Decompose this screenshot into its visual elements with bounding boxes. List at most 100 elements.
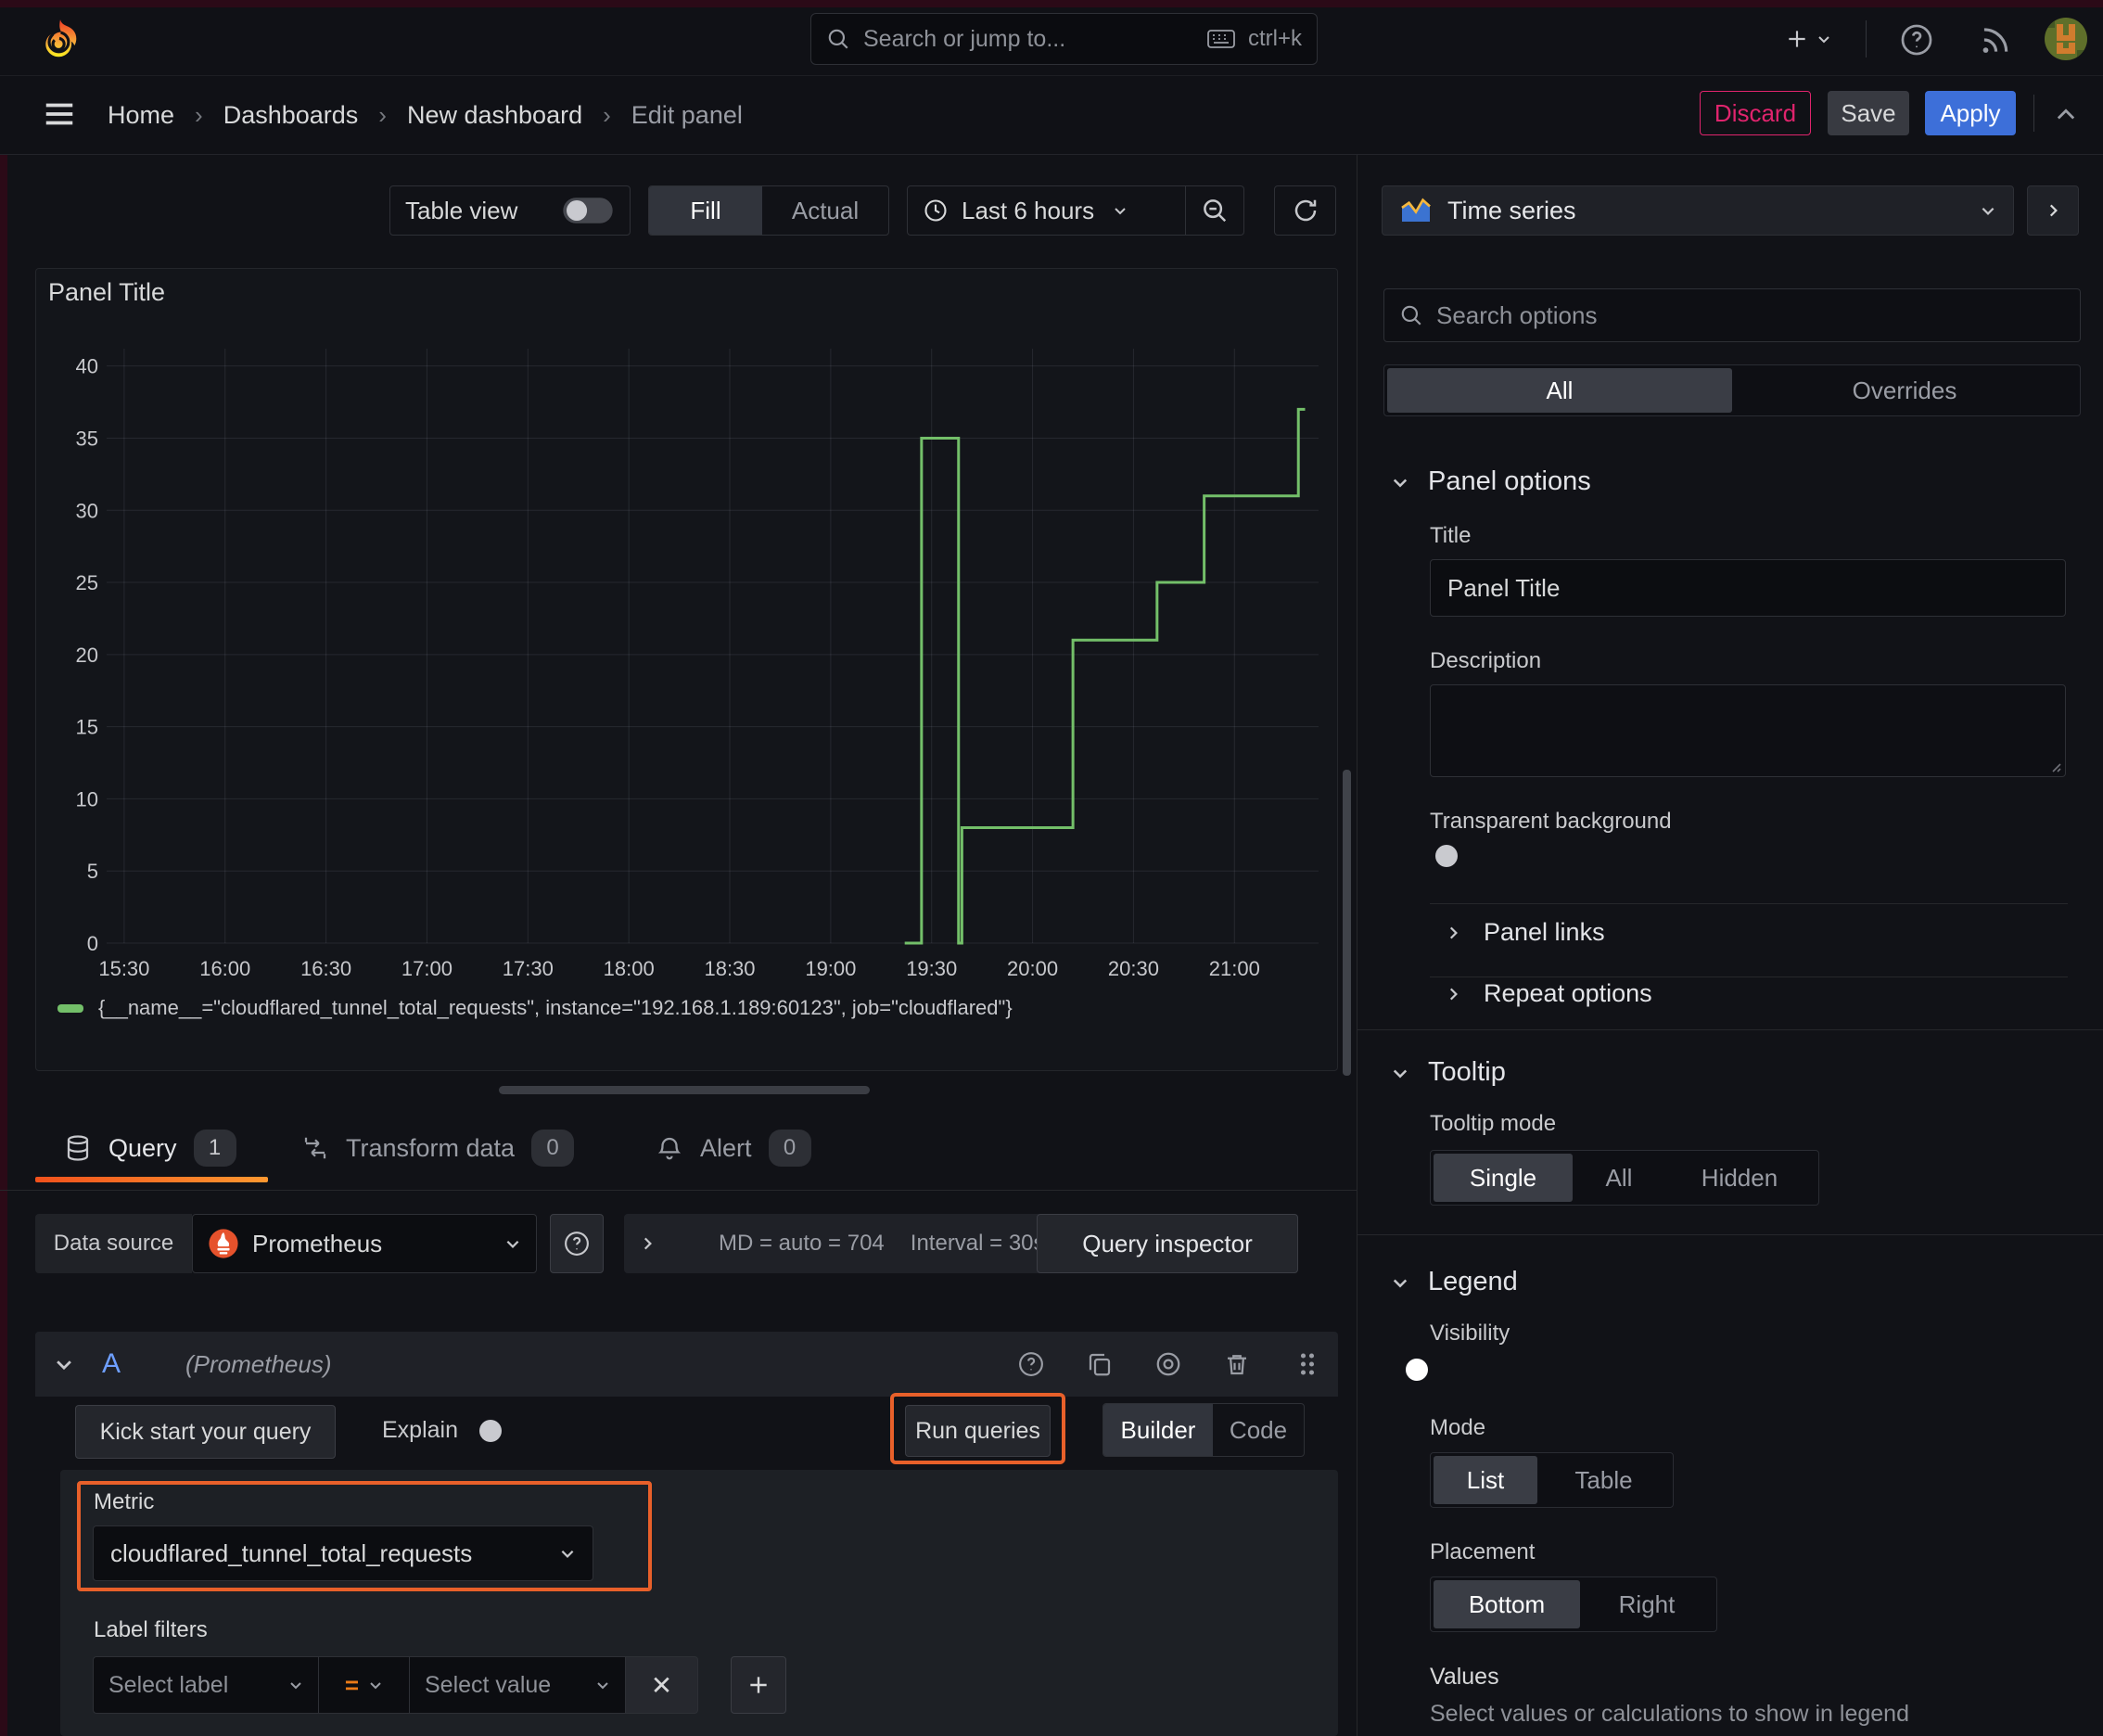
remove-filter-button[interactable]: ✕	[626, 1656, 698, 1714]
tab-all-label: All	[1546, 376, 1574, 404]
tab-all[interactable]: All	[1387, 368, 1732, 413]
code-option[interactable]: Code	[1213, 1404, 1304, 1456]
legend-series-label[interactable]: {__name__="cloudflared_tunnel_total_requ…	[98, 996, 1013, 1020]
time-range-picker: Last 6 hours	[907, 185, 1244, 236]
apply-button[interactable]: Apply	[1925, 91, 2016, 135]
tooltip-all-option[interactable]: All	[1573, 1154, 1665, 1202]
refresh-button[interactable]	[1274, 185, 1336, 236]
chevron-down-icon	[504, 1235, 521, 1252]
delete-query-icon[interactable]	[1223, 1350, 1251, 1378]
panel-title[interactable]: Panel Title	[48, 278, 165, 307]
add-new-button[interactable]	[1785, 20, 1831, 57]
svg-text:15: 15	[76, 716, 98, 739]
breadcrumb-dashboards[interactable]: Dashboards	[223, 101, 359, 130]
chevron-down-icon	[559, 1545, 576, 1562]
chevron-down-icon	[1391, 1064, 1409, 1082]
svg-text:19:30: 19:30	[906, 957, 957, 980]
chevron-right-icon	[1445, 925, 1461, 941]
legend-list-option[interactable]: List	[1434, 1456, 1537, 1504]
datasource-help-button[interactable]	[550, 1214, 604, 1273]
repeat-options-header[interactable]: Repeat options	[1445, 979, 1652, 1008]
breadcrumb-new-dashboard[interactable]: New dashboard	[407, 101, 582, 130]
menu-hamburger-icon[interactable]	[41, 96, 78, 132]
category-divider	[1357, 1029, 2103, 1030]
collapse-query-chevron-icon[interactable]	[54, 1354, 74, 1374]
breadcrumb-home[interactable]: Home	[108, 101, 174, 130]
actual-label: Actual	[791, 196, 860, 224]
select-value-dropdown[interactable]: Select value	[410, 1656, 626, 1714]
table-view-toggle[interactable]	[563, 198, 613, 223]
datasource-picker[interactable]: Prometheus	[192, 1214, 537, 1273]
kickstart-query-button[interactable]: Kick start your query	[75, 1405, 336, 1459]
builder-option[interactable]: Builder	[1103, 1404, 1213, 1456]
actual-option[interactable]: Actual	[762, 186, 888, 235]
run-queries-button[interactable]: Run queries	[905, 1405, 1051, 1457]
fill-actual-segmented: Fill Actual	[648, 185, 889, 236]
drag-handle-icon[interactable]	[1295, 1350, 1319, 1378]
chevron-down-icon	[368, 1678, 383, 1692]
user-avatar[interactable]	[2044, 17, 2088, 61]
legend-bottom-option[interactable]: Bottom	[1434, 1580, 1580, 1628]
transform-icon	[301, 1134, 329, 1162]
fill-option[interactable]: Fill	[649, 186, 762, 235]
datasource-label-chip: Data source	[35, 1214, 192, 1273]
toggle-visibility-icon[interactable]	[1154, 1350, 1182, 1378]
chevron-right-icon	[639, 1235, 656, 1252]
tooltip-header-label: Tooltip	[1428, 1057, 1506, 1087]
query-row-header[interactable]: A (Prometheus)	[35, 1332, 1338, 1397]
svg-text:0: 0	[87, 932, 98, 955]
svg-text:35: 35	[76, 427, 98, 450]
discard-label: Discard	[1714, 98, 1797, 127]
panel-title-input[interactable]: Panel Title	[1430, 559, 2066, 617]
legend-series-swatch[interactable]	[57, 1003, 83, 1013]
query-ref-id[interactable]: A	[102, 1348, 121, 1380]
news-rss-button[interactable]	[1977, 22, 2012, 57]
add-filter-button[interactable]	[731, 1656, 786, 1714]
zoom-out-button[interactable]	[1186, 186, 1243, 235]
discard-button[interactable]: Discard	[1700, 91, 1811, 135]
legend-header-label: Legend	[1428, 1267, 1518, 1296]
grafana-logo[interactable]	[37, 15, 83, 67]
help-button[interactable]	[1899, 22, 1934, 57]
metric-label: Metric	[94, 1489, 155, 1514]
global-search[interactable]: Search or jump to... ctrl+k	[810, 13, 1318, 65]
tab-query[interactable]: Query 1	[64, 1120, 236, 1176]
label-filters-label: Label filters	[94, 1617, 208, 1642]
panel-options-header[interactable]: Panel options	[1391, 466, 1591, 497]
builder-label: Builder	[1120, 1415, 1196, 1444]
tab-transform-data[interactable]: Transform data 0	[301, 1120, 575, 1176]
tab-alert[interactable]: Alert 0	[656, 1120, 811, 1176]
datasource-label: Data source	[53, 1231, 174, 1256]
collapse-chevron-up-icon[interactable]	[2051, 102, 2081, 128]
viz-suggestions-button[interactable]	[2027, 185, 2079, 236]
operator-dropdown[interactable]: =	[319, 1656, 410, 1714]
category-divider	[1357, 1234, 2103, 1235]
transparent-background-label: Transparent background	[1430, 809, 1672, 834]
svg-text:15:30: 15:30	[98, 957, 149, 980]
clock-icon	[923, 198, 949, 223]
duplicate-query-icon[interactable]	[1086, 1350, 1114, 1378]
panel-links-header[interactable]: Panel links	[1445, 918, 1605, 947]
select-label-dropdown[interactable]: Select label	[93, 1656, 319, 1714]
metric-select[interactable]: cloudflared_tunnel_total_requests	[93, 1525, 593, 1581]
legend-section-header[interactable]: Legend	[1391, 1267, 1518, 1297]
explain-label: Explain	[382, 1417, 458, 1443]
options-search-input[interactable]: Search options	[1383, 288, 2081, 342]
time-range-button[interactable]: Last 6 hours	[908, 186, 1185, 235]
query-help-icon[interactable]	[1017, 1350, 1045, 1378]
resize-corner-icon	[2052, 763, 2061, 772]
tab-overrides[interactable]: Overrides	[1732, 368, 2077, 413]
panel-scrollbar[interactable]	[1343, 770, 1351, 1076]
panel-resize-handle[interactable]	[499, 1086, 870, 1094]
description-textarea[interactable]	[1430, 684, 2066, 777]
chevron-down-icon	[1391, 1273, 1409, 1292]
tooltip-single-option[interactable]: Single	[1434, 1154, 1573, 1202]
query-inspector-button[interactable]: Query inspector	[1037, 1214, 1298, 1273]
time-series-chart[interactable]: 0 5 10 15 20 25 30 35 40 15:30 16:00 16:30 17:00 17:3…	[56, 349, 1337, 998]
legend-right-option[interactable]: Right	[1580, 1580, 1714, 1628]
tooltip-header[interactable]: Tooltip	[1391, 1057, 1506, 1088]
legend-table-option[interactable]: Table	[1537, 1456, 1670, 1504]
save-button[interactable]: Save	[1828, 91, 1909, 135]
visualization-picker[interactable]: Time series	[1382, 185, 2014, 236]
tooltip-hidden-option[interactable]: Hidden	[1665, 1154, 1814, 1202]
